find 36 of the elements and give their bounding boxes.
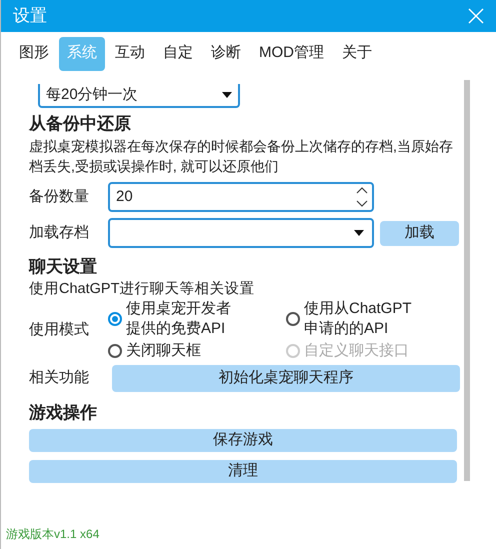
init-chat-button[interactable]: 初始化桌宠聊天程序: [112, 365, 460, 392]
radio-option[interactable]: 使用桌宠开发者 提供的免费API: [108, 299, 286, 339]
game-action-button[interactable]: 清理: [29, 460, 457, 483]
field-label: 备份数量: [29, 186, 90, 207]
tab[interactable]: 自定: [155, 36, 201, 70]
section-description: 虚拟桌宠模拟器在每次保存的时候都会备份上次储存的存档,当原始存档丢失,受损或误操作时, 就可以还原他们: [29, 137, 454, 176]
autosave-dropdown[interactable]: 每20分钟一次: [38, 84, 240, 108]
radio-button[interactable]: [108, 344, 122, 358]
radio-option: 自定义聊天接口: [286, 341, 456, 361]
section-heading: 游戏操作: [29, 402, 98, 424]
backup-count-field[interactable]: 20: [108, 182, 374, 212]
tab[interactable]: 关于: [334, 36, 380, 70]
tab[interactable]: 诊断: [203, 36, 249, 70]
game-action-button[interactable]: 保存游戏: [29, 429, 457, 452]
radio-option[interactable]: 使用从ChatGPT 申请的的API: [286, 299, 456, 339]
field-label: 加载存档: [29, 222, 90, 243]
load-button[interactable]: 加载: [380, 220, 459, 246]
section-heading: 从备份中还原: [29, 113, 132, 135]
version-label: 游戏版本v1.1 x64: [5, 526, 100, 543]
radio-option[interactable]: 关闭聊天框: [108, 341, 286, 361]
dropdown-caret-icon: [222, 92, 232, 98]
field-label: 相关功能: [29, 368, 90, 388]
scrollbar[interactable]: [464, 80, 470, 481]
tab[interactable]: 图形: [11, 36, 57, 70]
section-description: 使用ChatGPT进行聊天等相关设置: [29, 280, 256, 299]
spinner-arrows-icon[interactable]: [356, 186, 368, 208]
radio-button[interactable]: [286, 312, 300, 326]
radio-button[interactable]: [108, 312, 122, 326]
close-icon[interactable]: [468, 8, 484, 24]
save-file-dropdown[interactable]: [108, 218, 374, 248]
tab[interactable]: MOD管理: [251, 36, 332, 70]
dropdown-caret-icon: [354, 230, 364, 236]
tab[interactable]: 互动: [107, 36, 153, 70]
section-heading: 聊天设置: [29, 256, 98, 278]
field-label: 使用模式: [29, 320, 90, 340]
window-title: 设置: [13, 5, 47, 28]
